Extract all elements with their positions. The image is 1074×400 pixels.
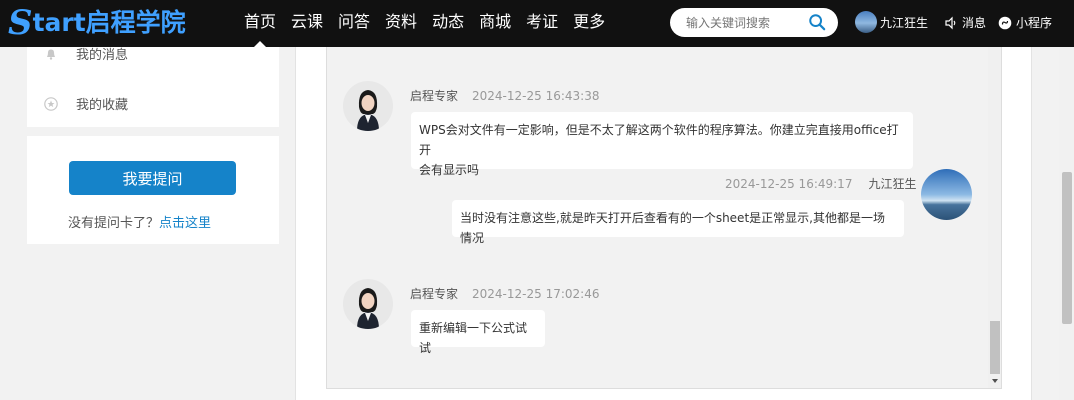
star-icon	[44, 96, 58, 111]
message-time: 2024-12-25 16:43:38	[472, 89, 600, 103]
header-user[interactable]: 九江狂生	[855, 11, 928, 33]
message-text: 重新编辑一下公式试试	[419, 321, 528, 355]
header-username[interactable]: 九江狂生	[880, 14, 928, 31]
search-box	[670, 8, 838, 37]
nav-item-updates[interactable]: 动态	[432, 0, 464, 47]
chat-scrollbar-thumb[interactable]	[990, 321, 1000, 374]
search-input[interactable]	[686, 14, 804, 32]
ask-card: 我要提问 没有提问卡了？点击这里	[27, 136, 279, 244]
message-bubble: WPS会对文件有一定影响，但是不太了解这两个软件的程序算法。你建立完直接用off…	[411, 112, 913, 177]
speaker-icon	[945, 16, 956, 29]
logo-s: S	[8, 3, 33, 43]
nav-item-more[interactable]: 更多	[573, 0, 605, 47]
expert-portrait	[343, 279, 393, 329]
scroll-down-arrow-icon[interactable]	[990, 377, 1000, 385]
message-meta: 启程专家 2024-12-25 17:02:46	[410, 285, 599, 302]
ask-hint: 没有提问卡了？点击这里	[68, 212, 211, 231]
hint-text: 没有提问卡了？	[68, 216, 160, 231]
avatar[interactable]	[855, 11, 877, 33]
logo-text: tart启程学院	[32, 8, 186, 37]
message-text: 当时没有注意这些,就是昨天打开后查看有的一个sheet是正常显示,其他都是一场情…	[460, 211, 885, 245]
nav-item-qa[interactable]: 问答	[338, 0, 370, 47]
nav-item-certification[interactable]: 考证	[526, 0, 558, 47]
sidebar-item-favorites[interactable]: 我的收藏	[44, 94, 128, 113]
click-here-link[interactable]: 点击这里	[159, 216, 211, 231]
sidebar-item-label: 我的消息	[76, 48, 129, 63]
sender-name: 九江狂生	[868, 177, 917, 191]
user-avatar	[921, 169, 972, 220]
main-nav: 首页 云课 问答 资料 动态 商城 考证 更多	[244, 0, 620, 47]
header-messages[interactable]: 消息	[944, 14, 986, 31]
expert-avatar	[343, 81, 393, 131]
user-portrait	[921, 169, 972, 220]
sender-name: 启程专家	[410, 89, 459, 103]
nav-item-mall[interactable]: 商城	[479, 0, 511, 47]
message-text-line: WPS会对文件有一定影响，但是不太了解这两个软件的程序算法。你建立完直接用off…	[419, 123, 899, 157]
logo[interactable]: Start启程学院	[8, 4, 186, 42]
expert-portrait	[343, 81, 393, 131]
nav-item-cloud-course[interactable]: 云课	[291, 0, 323, 47]
header-mini-program-label: 小程序	[1016, 16, 1053, 30]
bell-icon	[47, 49, 55, 60]
mini-program-icon	[998, 16, 1012, 29]
nav-item-home[interactable]: 首页	[244, 0, 276, 47]
header-mini-program[interactable]: 小程序	[998, 14, 1052, 31]
message-meta: 启程专家 2024-12-25 16:43:38	[410, 87, 599, 104]
message-bubble: 重新编辑一下公式试试	[411, 310, 545, 355]
search-icon[interactable]	[808, 13, 826, 31]
ask-question-button[interactable]: 我要提问	[69, 161, 236, 195]
message-time: 2024-12-25 16:49:17	[725, 177, 853, 191]
message-time: 2024-12-25 17:02:46	[472, 287, 600, 301]
sidebar-item-label: 我的收藏	[76, 98, 129, 113]
sender-name: 启程专家	[410, 287, 459, 301]
top-navbar: Start启程学院 首页 云课 问答 资料 动态 商城 考证 更多 九江狂生 消…	[0, 0, 1074, 47]
header-messages-label: 消息	[962, 16, 987, 30]
page-scrollbar-thumb[interactable]	[1062, 172, 1072, 324]
nav-item-materials[interactable]: 资料	[385, 0, 417, 47]
message-bubble: 当时没有注意这些,就是昨天打开后查看有的一个sheet是正常显示,其他都是一场情…	[452, 200, 904, 245]
message-meta: 2024-12-25 16:49:17 九江狂生	[725, 175, 916, 192]
sidebar-item-messages[interactable]: 我的消息	[44, 44, 128, 63]
expert-avatar	[343, 279, 393, 329]
